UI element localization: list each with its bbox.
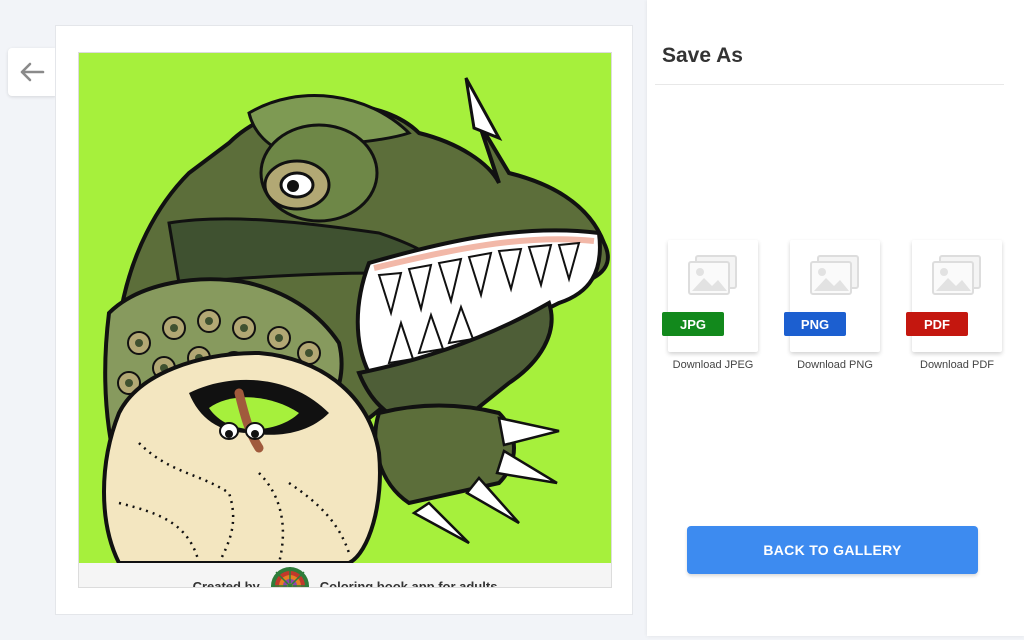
arrow-left-icon xyxy=(20,62,45,82)
back-button[interactable] xyxy=(8,48,56,96)
file-thumbnail: PNG xyxy=(784,240,880,352)
image-placeholder-icon xyxy=(932,255,981,295)
save-as-title: Save As xyxy=(662,44,743,67)
dinosaur-illustration xyxy=(79,53,611,563)
download-png-button[interactable]: PNG Download PNG xyxy=(784,240,885,371)
save-panel: Save As JPG Download JPEG PNG Download P… xyxy=(647,0,1024,636)
artwork-image: Created by Coloring book app for adults xyxy=(78,52,612,588)
download-jpeg-button[interactable]: JPG Download JPEG xyxy=(662,240,763,371)
jpg-badge: JPG xyxy=(662,312,724,336)
artwork-card: Created by Coloring book app for adults xyxy=(55,25,633,615)
pdf-badge: PDF xyxy=(906,312,968,336)
download-png-label: Download PNG xyxy=(797,359,873,371)
app-name-text: Coloring book app for adults xyxy=(319,578,498,588)
png-badge: PNG xyxy=(784,312,846,336)
credit-bar: Created by Coloring book app for adults xyxy=(79,563,611,588)
mandala-logo-icon xyxy=(270,567,309,587)
created-by-text: Created by xyxy=(192,578,260,588)
download-pdf-button[interactable]: PDF Download PDF xyxy=(906,240,1007,371)
file-thumbnail: PDF xyxy=(906,240,1002,352)
image-placeholder-icon xyxy=(688,255,737,295)
download-pdf-label: Download PDF xyxy=(920,359,994,371)
file-thumbnail: JPG xyxy=(662,240,758,352)
image-placeholder-icon xyxy=(810,255,859,295)
back-to-gallery-button[interactable]: BACK TO GALLERY xyxy=(687,526,978,574)
title-divider xyxy=(655,84,1004,85)
download-jpeg-label: Download JPEG xyxy=(672,359,754,371)
